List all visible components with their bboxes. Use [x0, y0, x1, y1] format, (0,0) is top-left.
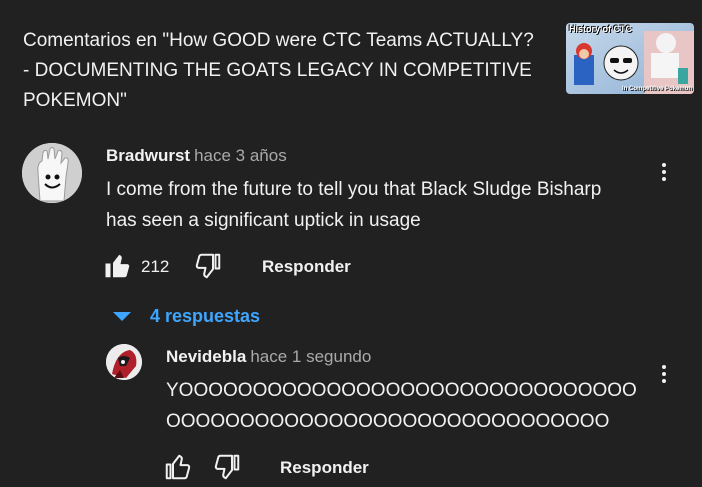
replies-toggle-label: 4 respuestas [150, 306, 261, 326]
thumbnail-title-text: History of CTC [569, 24, 632, 34]
comment-options-icon[interactable] [659, 160, 669, 186]
comment-text: I come from the future to tell you that … [106, 179, 602, 231]
dislike-icon[interactable] [212, 452, 242, 482]
dislike-icon[interactable] [193, 251, 223, 281]
character-avatar-icon [106, 344, 142, 380]
video-title-header: Comentarios en "How GOOD were CTC Teams … [23, 30, 534, 111]
glove-avatar-icon [22, 143, 82, 203]
avatar[interactable] [106, 344, 142, 380]
comment-time[interactable]: hace 3 años [194, 146, 287, 165]
reply-author[interactable]: Nevidebla [166, 347, 246, 366]
like-icon[interactable] [163, 452, 193, 482]
video-thumbnail[interactable]: History of CTC In Competitive Pokemon [566, 23, 694, 94]
replies-toggle[interactable]: 4 respuestas [113, 306, 260, 327]
reply-options-icon[interactable] [659, 362, 669, 388]
chevron-down-icon [113, 312, 131, 321]
comments-panel: Comentarios en "How GOOD were CTC Teams … [0, 0, 702, 487]
comment-meta: Bradwurst hace 3 años [106, 146, 287, 166]
avatar[interactable] [22, 143, 82, 203]
reply-button[interactable]: Responder [280, 458, 369, 478]
comment-author[interactable]: Bradwurst [106, 146, 190, 165]
like-count: 212 [141, 257, 170, 276]
thumbnail-subtitle-text: In Competitive Pokemon [621, 86, 692, 92]
reply-meta: Nevidebla hace 1 segundo [166, 347, 371, 367]
reply-time[interactable]: hace 1 segundo [250, 347, 371, 366]
reply-button[interactable]: Responder [262, 257, 351, 277]
reply-text: YOOOOOOOOOOOOOOOOOOOOOOOOOOOOOOOOOOOOOOO… [166, 380, 637, 432]
like-filled-icon[interactable] [103, 251, 133, 281]
